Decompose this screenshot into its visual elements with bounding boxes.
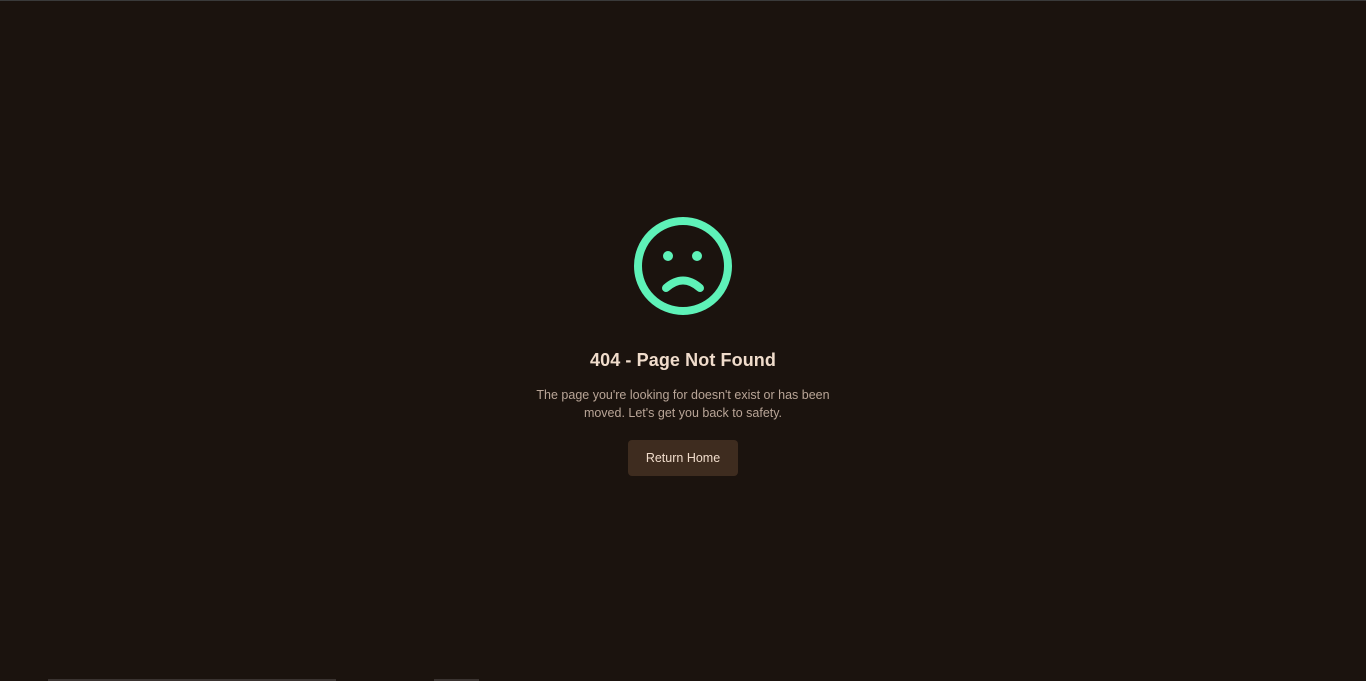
sad-face-icon bbox=[634, 217, 732, 315]
return-home-button[interactable]: Return Home bbox=[628, 440, 738, 476]
page-title: 404 - Page Not Found bbox=[589, 350, 777, 370]
error-message: The page you're looking for doesn't exis… bbox=[536, 388, 830, 420]
top-border bbox=[0, 0, 1366, 1]
not-found-page: 404 - Page Not Found The page you're loo… bbox=[0, 0, 1366, 681]
